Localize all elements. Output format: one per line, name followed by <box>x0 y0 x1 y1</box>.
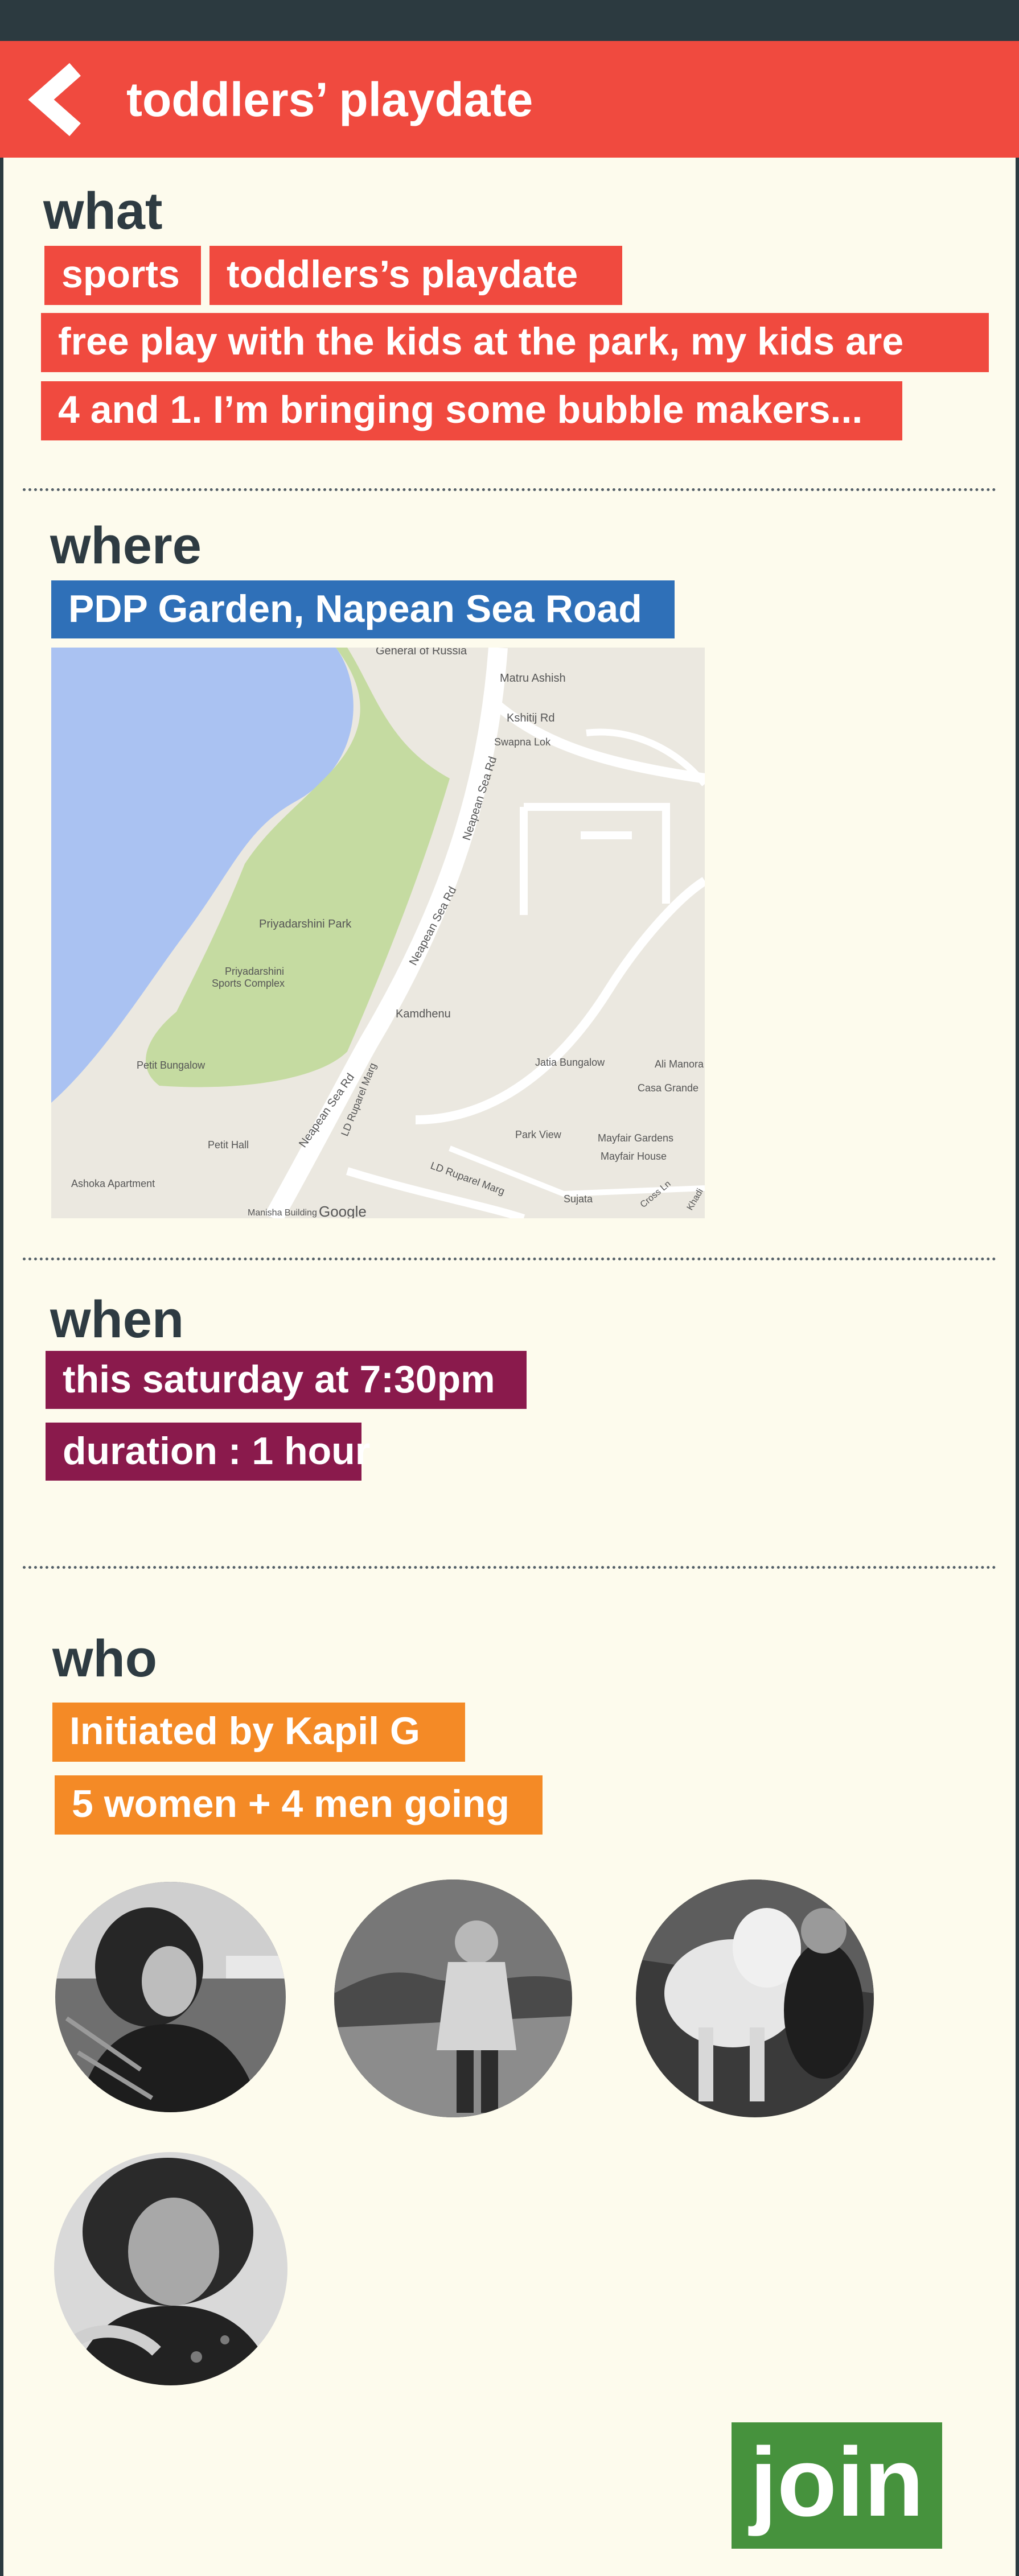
map-label: Sujata <box>564 1193 593 1205</box>
who-heading: who <box>52 1630 157 1688</box>
map-label: Ashoka Apartment <box>71 1178 155 1189</box>
map-label: Casa Grande <box>638 1082 698 1094</box>
avatar[interactable] <box>55 1882 286 2112</box>
avatar[interactable] <box>54 2152 287 2385</box>
status-bar <box>0 0 1019 41</box>
description-line-2: 4 and 1. I’m bringing some bubble makers… <box>41 381 902 440</box>
event-name-tag: toddlers’s playdate <box>209 246 622 305</box>
chevron-left-icon <box>28 63 81 137</box>
map-attribution: Google <box>319 1203 367 1218</box>
map-label: General of Russia <box>376 648 467 657</box>
section-divider <box>23 1566 996 1569</box>
left-border <box>0 158 3 2576</box>
map-label: Kamdhenu <box>396 1008 451 1020</box>
what-heading: what <box>43 182 163 240</box>
map-label: Priyadarshini <box>225 966 284 977</box>
event-time-tag: this saturday at 7:30pm <box>46 1351 527 1409</box>
map-label: Swapna Lok <box>494 736 551 748</box>
attendance-tag: 5 women + 4 men going <box>55 1775 543 1835</box>
description-line-1: free play with the kids at the park, my … <box>41 313 989 372</box>
join-button[interactable]: join <box>732 2422 942 2549</box>
map-label: Mayfair Gardens <box>598 1132 673 1144</box>
map-label: Sports Complex <box>212 978 285 989</box>
app-header: toddlers’ playdate <box>0 41 1019 158</box>
back-button[interactable] <box>23 63 97 137</box>
location-tag[interactable]: PDP Garden, Napean Sea Road <box>51 580 675 638</box>
where-heading: where <box>50 517 202 575</box>
avatar[interactable] <box>636 1880 874 2117</box>
location-map[interactable]: General of Russia Matru Ashish Kshitij R… <box>51 648 705 1218</box>
map-label: Jatia Bungalow <box>535 1057 605 1068</box>
page-title: toddlers’ playdate <box>126 73 533 126</box>
right-border <box>1016 158 1019 2576</box>
section-divider <box>23 488 996 491</box>
map-label: Priyadarshini Park <box>259 918 352 930</box>
category-tag: sports <box>44 246 201 305</box>
initiator-tag: Initiated by Kapil G <box>52 1703 465 1762</box>
section-divider <box>23 1258 996 1260</box>
when-heading: when <box>50 1291 184 1349</box>
map-label: Park View <box>515 1129 562 1140</box>
map-label: Manisha Building <box>248 1208 317 1218</box>
map-label: Mayfair House <box>601 1151 667 1162</box>
map-label: Matru Ashish <box>500 672 566 685</box>
avatar[interactable] <box>334 1880 572 2117</box>
map-label: Petit Bungalow <box>137 1060 206 1071</box>
map-label: Kshitij Rd <box>507 712 554 724</box>
map-label: Ali Manora <box>655 1058 704 1070</box>
map-label: Petit Hall <box>208 1139 249 1151</box>
duration-tag: duration : 1 hour <box>46 1423 370 1481</box>
